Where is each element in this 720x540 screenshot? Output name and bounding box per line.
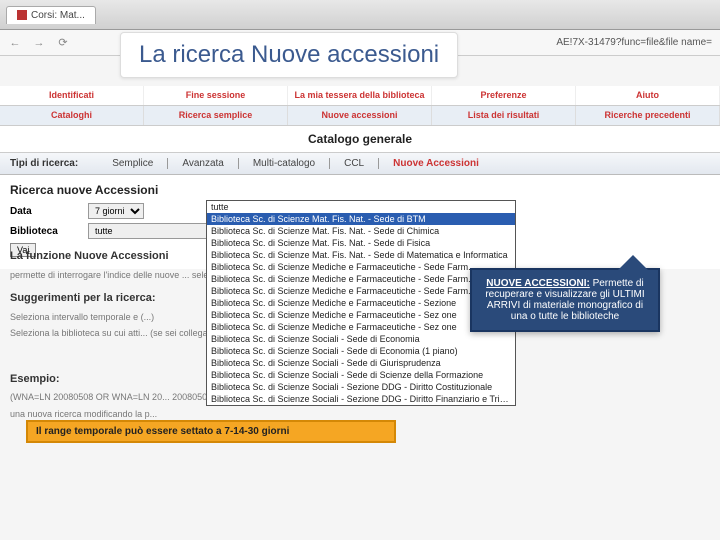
- callout-head: NUOVE ACCESSIONI:: [486, 278, 590, 289]
- dropdown-option[interactable]: Biblioteca Sc. di Scienze Mediche e Farm…: [207, 285, 515, 297]
- submenu-item[interactable]: Ricerche precedenti: [576, 106, 720, 125]
- dropdown-option[interactable]: Biblioteca Sc. di Scienze Sociali - Sede…: [207, 357, 515, 369]
- browser-tab-bar: Corsi: Mat...: [0, 0, 720, 30]
- callout-nuove-accessioni: NUOVE ACCESSIONI: Permette di recuperare…: [470, 268, 660, 332]
- dropdown-option[interactable]: Biblioteca Sc. di Scienze Mediche e Farm…: [207, 321, 515, 333]
- menu-item[interactable]: Aiuto: [576, 86, 720, 105]
- dropdown-option[interactable]: tutte: [207, 201, 515, 213]
- dropdown-option[interactable]: Biblioteca Sc. di Scienze Sociali - Sezi…: [207, 381, 515, 393]
- dropdown-option[interactable]: Biblioteca Sc. di Scienze Sociali - Sede…: [207, 345, 515, 357]
- data-select[interactable]: 7 giorni: [88, 203, 144, 219]
- search-types-label: Tipi di ricerca:: [10, 158, 78, 169]
- last-line: una nuova ricerca modificando la p...: [10, 408, 710, 422]
- menu-item[interactable]: Fine sessione: [144, 86, 288, 105]
- search-type-ccl[interactable]: CCL: [330, 158, 379, 169]
- dropdown-option[interactable]: Biblioteca Sc. di Scienze Sociali - Sezi…: [207, 393, 515, 405]
- dropdown-option[interactable]: Biblioteca Sc. di Scienze Mediche e Farm…: [207, 273, 515, 285]
- search-type-semplice[interactable]: Semplice: [98, 158, 168, 169]
- dropdown-option[interactable]: Biblioteca Sc. di Scienze Mediche e Farm…: [207, 309, 515, 321]
- search-type-multi-catalogo[interactable]: Multi-catalogo: [239, 158, 330, 169]
- browser-tab[interactable]: Corsi: Mat...: [6, 6, 96, 24]
- dropdown-option[interactable]: Biblioteca Sc. di Scienze Mediche e Farm…: [207, 297, 515, 309]
- dropdown-option[interactable]: Biblioteca Sc. di Scienze Mat. Fis. Nat.…: [207, 225, 515, 237]
- tab-title: Corsi: Mat...: [31, 10, 85, 21]
- catalog-title: Catalogo generale: [0, 126, 720, 153]
- form-title: Ricerca nuove Accessioni: [10, 183, 710, 197]
- back-icon[interactable]: ←: [6, 34, 24, 52]
- submenu-item[interactable]: Ricerca semplice: [144, 106, 288, 125]
- forward-icon[interactable]: →: [30, 34, 48, 52]
- biblioteca-label: Biblioteca: [10, 226, 80, 237]
- search-type-avanzata[interactable]: Avanzata: [168, 158, 239, 169]
- menu-item[interactable]: Preferenze: [432, 86, 576, 105]
- sub-menu: CataloghiRicerca sempliceNuove accession…: [0, 106, 720, 126]
- dropdown-option[interactable]: Biblioteca Sc. di Scienze Mat. Fis. Nat.…: [207, 213, 515, 225]
- submenu-item[interactable]: Nuove accessioni: [288, 106, 432, 125]
- menu-item[interactable]: Identificati: [0, 86, 144, 105]
- dropdown-option[interactable]: Biblioteca Sc. di Scienze Mat. Fis. Nat.…: [207, 249, 515, 261]
- url-fragment: AE!7X-31479?func=file&file name=: [556, 37, 712, 48]
- search-type-nuove accessioni[interactable]: Nuove Accessioni: [379, 158, 493, 169]
- reload-icon[interactable]: ⟳: [54, 34, 72, 52]
- submenu-item[interactable]: Cataloghi: [0, 106, 144, 125]
- search-type-bar: Tipi di ricerca: SempliceAvanzataMulti-c…: [0, 153, 720, 175]
- orange-note: Il range temporale può essere settato a …: [26, 420, 396, 443]
- menu-item[interactable]: La mia tessera della biblioteca: [288, 86, 432, 105]
- tab-favicon: [17, 10, 27, 20]
- top-menu: IdentificatiFine sessioneLa mia tessera …: [0, 86, 720, 106]
- slide-title-overlay: La ricerca Nuove accessioni: [120, 32, 458, 78]
- dropdown-option[interactable]: Biblioteca Sc. di Scienze Sociali - Sede…: [207, 333, 515, 345]
- submenu-item[interactable]: Lista dei risultati: [432, 106, 576, 125]
- data-label: Data: [10, 206, 80, 217]
- dropdown-option[interactable]: Biblioteca Sc. di Scienze Sociali - Sede…: [207, 369, 515, 381]
- dropdown-option[interactable]: Biblioteca Sc. di Scienze Mat. Fis. Nat.…: [207, 237, 515, 249]
- dropdown-option[interactable]: Biblioteca Sc. di Scienze Mediche e Farm…: [207, 261, 515, 273]
